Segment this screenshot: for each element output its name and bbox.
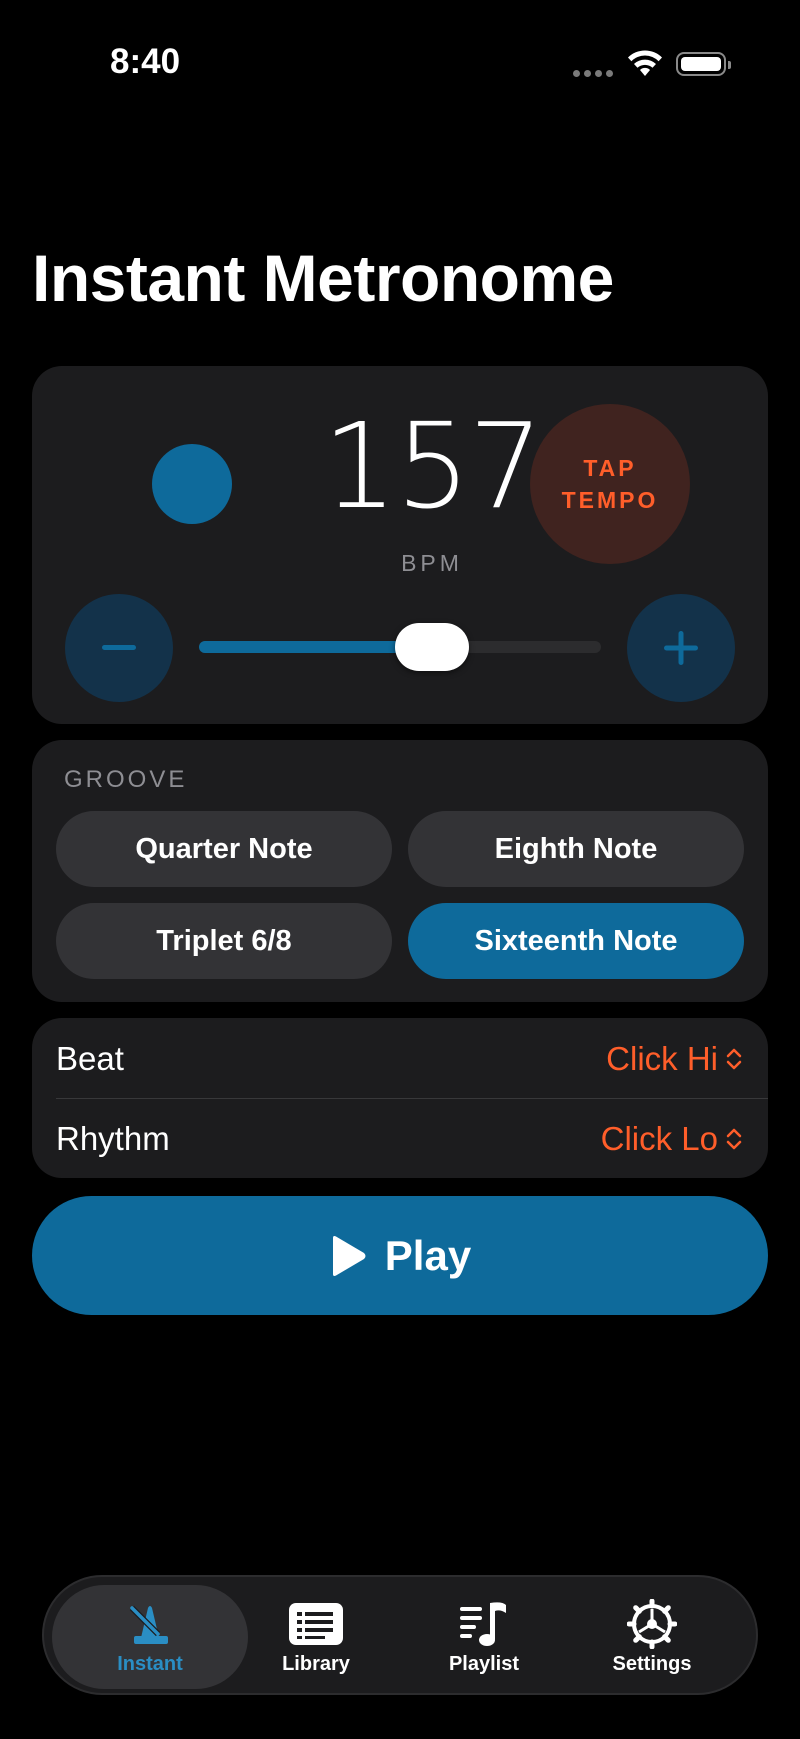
beat-sound-value: Click Hi	[606, 1040, 718, 1077]
tab-label: Settings	[612, 1652, 692, 1675]
cellular-signal-icon	[573, 70, 613, 78]
chevron-up-down-icon	[726, 1048, 742, 1070]
tap-tempo-button[interactable]: TAP TEMPO	[530, 404, 690, 564]
plus-icon	[664, 631, 698, 665]
rhythm-label: Rhythm	[56, 1120, 170, 1157]
status-time: 8:40	[110, 42, 181, 81]
tab-label: Playlist	[448, 1652, 520, 1675]
rhythm-sound-picker[interactable]: Click Lo	[601, 1120, 742, 1158]
beat-sound-picker[interactable]: Click Hi	[606, 1040, 742, 1078]
tap-tempo-label-line1: TAP	[583, 455, 637, 481]
tab-library[interactable]: Library	[218, 1585, 414, 1689]
beat-indicator	[152, 444, 232, 524]
play-label: Play	[384, 1231, 472, 1279]
groove-option-sixteenth-note[interactable]: Sixteenth Note	[408, 903, 744, 979]
minus-icon	[102, 645, 136, 650]
music-list-icon	[460, 1599, 508, 1649]
metronome-icon	[126, 1599, 174, 1649]
bpm-label: BPM	[401, 550, 463, 576]
groove-card: GROOVE Quarter Note Eighth Note Triplet …	[32, 740, 768, 1002]
play-icon	[332, 1235, 366, 1276]
groove-section-title: GROOVE	[64, 766, 188, 793]
bpm-slider[interactable]	[199, 623, 601, 671]
groove-option-triplet[interactable]: Triplet 6/8	[56, 903, 392, 979]
groove-option-quarter-note[interactable]: Quarter Note	[56, 811, 392, 887]
beat-sound-row[interactable]: Beat Click Hi	[32, 1018, 768, 1099]
gear-icon	[627, 1598, 677, 1649]
sounds-card: Beat Click Hi Rhythm Click Lo	[32, 1018, 768, 1178]
tab-label: Library	[282, 1652, 350, 1675]
chevron-up-down-icon	[726, 1128, 742, 1150]
tab-playlist[interactable]: Playlist	[386, 1585, 582, 1689]
rhythm-sound-row[interactable]: Rhythm Click Lo	[32, 1098, 768, 1178]
groove-option-eighth-note[interactable]: Eighth Note	[408, 811, 744, 887]
wifi-icon	[626, 48, 664, 78]
tap-tempo-label-line2: TEMPO	[561, 487, 659, 513]
tempo-card: 157 BPM TAP TEMPO	[32, 366, 768, 724]
battery-icon	[676, 52, 731, 76]
tab-label: Instant	[117, 1652, 183, 1675]
page-title: Instant Metronome	[32, 241, 614, 315]
beat-label: Beat	[56, 1040, 124, 1077]
decrease-bpm-button[interactable]	[65, 594, 173, 702]
rhythm-sound-value: Click Lo	[600, 1120, 718, 1157]
increase-bpm-button[interactable]	[627, 594, 735, 702]
list-icon	[289, 1599, 343, 1649]
tab-settings[interactable]: Settings	[554, 1585, 750, 1689]
play-button[interactable]: Play	[32, 1196, 768, 1315]
tab-bar: Instant Library Playlist Settings	[42, 1575, 758, 1695]
bpm-slider-thumb[interactable]	[395, 623, 470, 671]
